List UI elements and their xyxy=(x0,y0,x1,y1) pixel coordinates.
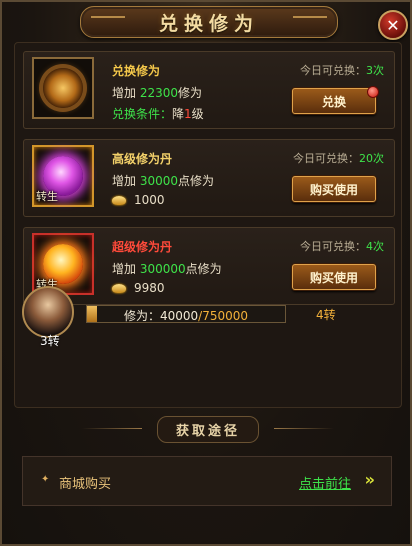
avatar-rebirth-level: 3转 xyxy=(40,334,60,348)
window-title: 兑换修为 xyxy=(158,12,259,35)
gain-line: 增加 300000点修为 xyxy=(112,262,222,276)
close-icon[interactable]: ✕ xyxy=(378,10,408,40)
daily-limit: 今日可兑换：3次 xyxy=(300,64,384,77)
next-rebirth-label: 4转 xyxy=(316,308,336,322)
sources-header: 获取途径 xyxy=(82,415,334,443)
avatar xyxy=(22,286,74,338)
source-label: 商城购买 xyxy=(59,477,112,492)
gain-value: 300000 xyxy=(139,262,186,276)
price-line: 9980 xyxy=(112,281,165,295)
exchange-card-advanced-pill: 转生 高级修为丹 今日可兑换：20次 增加 30000点修为 1000 购买使用 xyxy=(23,139,395,217)
cultivation-progress-bar: 修为：40000/750000 xyxy=(86,305,286,323)
gain-line: 增加 30000点修为 xyxy=(112,174,215,188)
rebirth-tag: 转生 xyxy=(36,190,58,203)
price-line: 1000 xyxy=(112,193,165,207)
daily-limit: 今日可兑换：4次 xyxy=(300,240,384,253)
daily-limit: 今日可兑换：20次 xyxy=(293,152,384,165)
card-title: 超级修为丹 xyxy=(112,240,173,254)
gain-line: 增加 22300修为 xyxy=(112,86,203,100)
notice-dot-icon xyxy=(367,86,379,98)
item-icon-frame xyxy=(32,57,94,119)
gain-value: 22300 xyxy=(139,86,179,100)
bullet-icon: ✦ xyxy=(41,474,50,485)
exchange-card-convert: 兑换修为 今日可兑换：3次 增加 22300修为 兑换条件：降1级 兑换 xyxy=(23,51,395,129)
price-value: 1000 xyxy=(134,193,165,207)
card-title: 高级修为丹 xyxy=(112,152,173,166)
exchange-cultivation-window: 兑换修为 ✕ 兑换修为 今日可兑换：3次 增加 22300修为 兑换条件：降1级… xyxy=(0,0,412,546)
gold-ingot-icon xyxy=(112,284,126,293)
compass-icon xyxy=(43,68,83,108)
sources-title: 获取途径 xyxy=(156,415,259,443)
exchange-button[interactable]: 兑换 xyxy=(292,86,379,114)
exchange-card-super-pill: 转生 超级修为丹 今日可兑换：4次 增加 300000点修为 9980 购买使用 xyxy=(23,227,395,305)
price-value: 9980 xyxy=(134,281,165,295)
exchange-list: 兑换修为 今日可兑换：3次 增加 22300修为 兑换条件：降1级 兑换 转生 … xyxy=(14,42,402,408)
progress-text: 修为：40000/750000 xyxy=(123,309,249,323)
buy-use-button[interactable]: 购买使用 xyxy=(292,264,376,290)
title-banner: 兑换修为 xyxy=(80,6,338,38)
item-icon-frame: 转生 xyxy=(32,145,94,207)
double-chevron-right-icon[interactable]: » xyxy=(365,470,375,489)
source-item-shop: ✦ 商城购买 点击前往 » xyxy=(22,456,392,506)
exchange-condition: 兑换条件：降1级 xyxy=(112,107,204,121)
gold-ingot-icon xyxy=(112,196,126,205)
card-title: 兑换修为 xyxy=(112,64,161,78)
gain-value: 30000 xyxy=(139,174,179,188)
go-link[interactable]: 点击前往 xyxy=(299,473,351,492)
buy-use-button[interactable]: 购买使用 xyxy=(292,176,376,202)
